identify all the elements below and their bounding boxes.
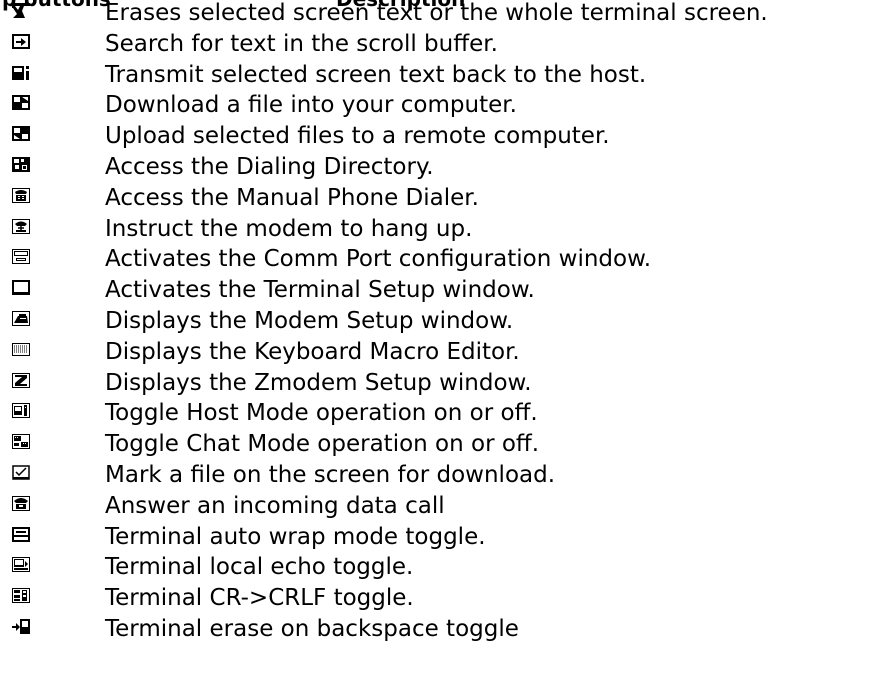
keyboard-macro-icon (11, 341, 31, 358)
list-item: Access the Manual Phone Dialer. (0, 184, 874, 217)
list-item: Mark a file on the screen for download. (0, 461, 874, 494)
row-description: Terminal local echo toggle. (105, 554, 414, 581)
row-description: Download a file into your computer. (105, 92, 517, 119)
row-description: Terminal auto wrap mode toggle. (105, 523, 486, 550)
row-description: Access the Manual Phone Dialer. (105, 184, 479, 211)
chat-mode-icon (11, 433, 31, 450)
list-item: Answer an incoming data call (0, 492, 874, 525)
button-description-list: Erases selected screen text or the whole… (0, 0, 874, 648)
row-description: Toggle Chat Mode operation on or off. (105, 431, 540, 458)
row-description: Terminal CR->CRLF toggle. (105, 585, 414, 612)
row-description: Displays the Zmodem Setup window. (105, 369, 532, 396)
list-item: Search for text in the scroll buffer. (0, 30, 874, 63)
list-item: Displays the Keyboard Macro Editor. (0, 338, 874, 371)
auto-wrap-icon (11, 526, 31, 543)
row-description: Displays the Keyboard Macro Editor. (105, 338, 520, 365)
list-item: Terminal local echo toggle. (0, 554, 874, 586)
list-item: Toggle Chat Mode operation on or off. (0, 431, 874, 463)
list-item: Transmit selected screen text back to th… (0, 61, 874, 94)
list-item: Instruct the modem to hang up. (0, 215, 874, 248)
row-description: Mark a file on the screen for download. (105, 461, 556, 488)
list-item: Displays the Modem Setup window. (0, 307, 874, 340)
upload-file-icon (11, 125, 31, 142)
row-description: Transmit selected screen text back to th… (105, 61, 647, 88)
list-item: Terminal erase on backspace toggle (0, 615, 874, 648)
row-description: Erases selected screen text or the whole… (105, 0, 768, 26)
answer-call-icon (11, 495, 31, 512)
list-item: Erases selected screen text or the whole… (0, 0, 874, 32)
row-description: Terminal erase on backspace toggle (105, 615, 519, 642)
row-description: Answer an incoming data call (105, 492, 445, 519)
list-item: Download a file into your computer. (0, 92, 874, 124)
row-description: Displays the Modem Setup window. (105, 307, 514, 334)
modem-setup-icon (11, 310, 31, 327)
row-description: Search for text in the scroll buffer. (105, 30, 498, 57)
mark-file-icon (11, 464, 31, 481)
list-item: Displays the Zmodem Setup window. (0, 369, 874, 402)
erase-screen-icon (11, 2, 31, 19)
search-buffer-icon (11, 33, 31, 50)
cr-crlf-icon (11, 587, 31, 604)
zmodem-setup-icon (11, 372, 31, 389)
erase-backspace-icon (11, 618, 31, 635)
list-item: Upload selected files to a remote comput… (0, 123, 874, 155)
row-description: Activates the Terminal Setup window. (105, 277, 535, 304)
row-description: Activates the Comm Port configuration wi… (105, 246, 652, 273)
row-description: Upload selected files to a remote comput… (105, 123, 610, 150)
list-item: Activates the Comm Port configuration wi… (0, 246, 874, 278)
download-file-icon (11, 94, 31, 111)
manual-dialer-icon (11, 187, 31, 204)
local-echo-icon (11, 556, 31, 573)
host-mode-icon (11, 402, 31, 419)
list-item: Terminal CR->CRLF toggle. (0, 585, 874, 617)
row-description: Instruct the modem to hang up. (105, 215, 473, 242)
list-item: Toggle Host Mode operation on or off. (0, 400, 874, 432)
terminal-setup-icon (11, 279, 31, 296)
row-description: Toggle Host Mode operation on or off. (105, 400, 538, 427)
list-item: Access the Dialing Directory. (0, 153, 874, 186)
dialing-directory-icon (11, 156, 31, 173)
list-item: Terminal auto wrap mode toggle. (0, 523, 874, 556)
row-description: Access the Dialing Directory. (105, 153, 434, 180)
transmit-text-icon (11, 64, 31, 81)
comm-port-icon (11, 248, 31, 265)
list-item: Activates the Terminal Setup window. (0, 277, 874, 309)
hang-up-icon (11, 218, 31, 235)
